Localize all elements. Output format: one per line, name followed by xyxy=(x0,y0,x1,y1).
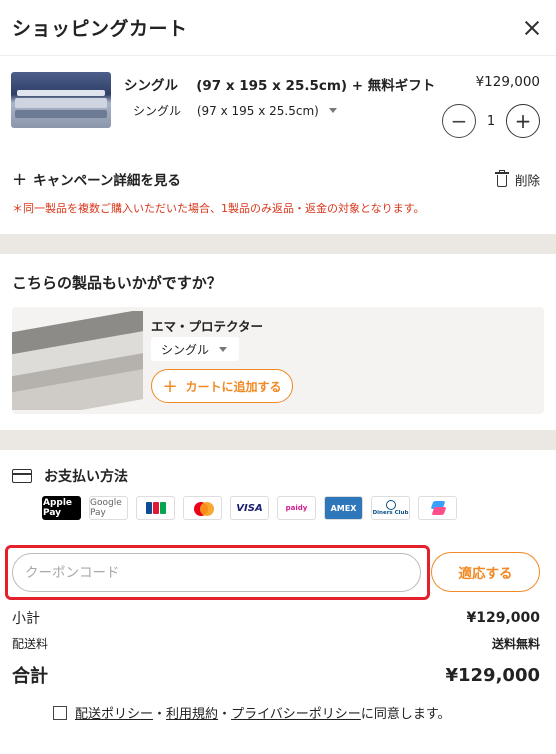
mastercard-icon xyxy=(183,496,222,520)
delete-button[interactable]: 削除 xyxy=(494,170,540,189)
payment-title: お支払い方法 xyxy=(44,469,128,485)
close-icon[interactable] xyxy=(520,16,544,40)
page-title: ショッピングカート xyxy=(12,18,188,40)
visa-icon: VISA xyxy=(230,496,269,520)
terms-link[interactable]: 利用規約 xyxy=(166,707,218,722)
cart-header: ショッピングカート xyxy=(0,0,556,56)
quantity-value: 1 xyxy=(486,113,496,129)
credit-card-icon xyxy=(12,469,32,483)
quantity-stepper: − 1 + xyxy=(442,104,540,138)
shop-pay-icon xyxy=(418,496,457,520)
return-notice: ＊同一製品を複数ご購入いただいた場合、1製品のみ返品・返金の対象となります。 xyxy=(12,202,425,215)
protector-image xyxy=(12,311,143,410)
item-name: シングル (97 x 195 x 25.5cm) + 無料ギフト xyxy=(124,78,436,94)
coupon-section: 適応する xyxy=(0,545,556,601)
trash-icon xyxy=(494,170,509,187)
add-to-cart-label: カートに追加する xyxy=(185,379,282,394)
section-divider xyxy=(0,430,556,450)
item-actions: + キャンペーン詳細を見る 削除 xyxy=(0,160,556,198)
size-value: シングル xyxy=(161,342,210,357)
chevron-down-icon xyxy=(219,346,228,352)
diners-club-icon: Diners Club xyxy=(371,496,410,520)
recommendation-title: こちらの製品もいかがですか？ xyxy=(12,274,222,292)
coupon-input[interactable] xyxy=(12,553,421,592)
shipping-policy-link[interactable]: 配送ポリシー xyxy=(75,707,153,722)
recommendation-product-name: エマ・プロテクター xyxy=(151,319,264,334)
paidy-icon: paidy xyxy=(277,496,316,520)
privacy-policy-link[interactable]: プライバシーポリシー xyxy=(231,707,361,722)
delete-label: 削除 xyxy=(514,172,540,188)
order-totals: 小計 ¥129,000 配送料 送料無料 合計 ¥129,000 xyxy=(0,605,556,695)
subtotal-value: ¥129,000 xyxy=(466,610,540,626)
decrease-quantity-button[interactable]: − xyxy=(442,104,476,138)
subtotal-label: 小計 xyxy=(12,611,40,627)
apply-coupon-button[interactable]: 適応する xyxy=(431,552,540,592)
increase-quantity-button[interactable]: + xyxy=(506,104,540,138)
agreement-text: 配送ポリシー・利用規約・プライバシーポリシーに同意します。 xyxy=(75,707,451,722)
total-value: ¥129,000 xyxy=(445,664,540,686)
variant-select[interactable]: シングル (97 x 195 x 25.5cm) xyxy=(133,102,337,119)
item-price: ¥129,000 xyxy=(475,74,540,90)
mattress-thumbnail xyxy=(11,72,111,128)
payment-methods: お支払い方法 Apple Pay Google Pay VISA paidy A… xyxy=(0,466,556,520)
add-to-cart-button[interactable]: + カートに追加する xyxy=(151,369,293,403)
google-pay-icon: Google Pay xyxy=(89,496,128,520)
agreement-checkbox[interactable] xyxy=(53,705,67,720)
section-divider xyxy=(0,234,556,254)
payment-logos: Apple Pay Google Pay VISA paidy AMEX Din… xyxy=(42,496,544,520)
jcb-icon xyxy=(136,496,175,520)
plus-icon: + xyxy=(162,375,178,397)
campaign-details-label: キャンペーン詳細を見る xyxy=(33,173,181,189)
recommendation-section: こちらの製品もいかがですか？ エマ・プロテクター シングル + カートに追加する xyxy=(0,272,556,414)
chevron-down-icon xyxy=(328,108,337,113)
total-label: 合計 xyxy=(12,666,48,687)
shipping-value: 送料無料 xyxy=(491,636,540,651)
agreement-row: 配送ポリシー・利用規約・プライバシーポリシーに同意します。 xyxy=(53,703,556,722)
amex-icon: AMEX xyxy=(324,496,363,520)
variant-value: シングル (97 x 195 x 25.5cm) xyxy=(133,104,319,118)
plus-icon: + xyxy=(12,168,28,190)
size-select[interactable]: シングル xyxy=(151,337,239,361)
apple-pay-icon: Apple Pay xyxy=(42,496,81,520)
recommendation-card: エマ・プロテクター シングル + カートに追加する xyxy=(12,307,544,414)
campaign-details-link[interactable]: + キャンペーン詳細を見る xyxy=(12,169,181,190)
shipping-label: 配送料 xyxy=(12,636,49,651)
cart-item: シングル (97 x 195 x 25.5cm) + 無料ギフト ¥129,00… xyxy=(0,56,556,152)
